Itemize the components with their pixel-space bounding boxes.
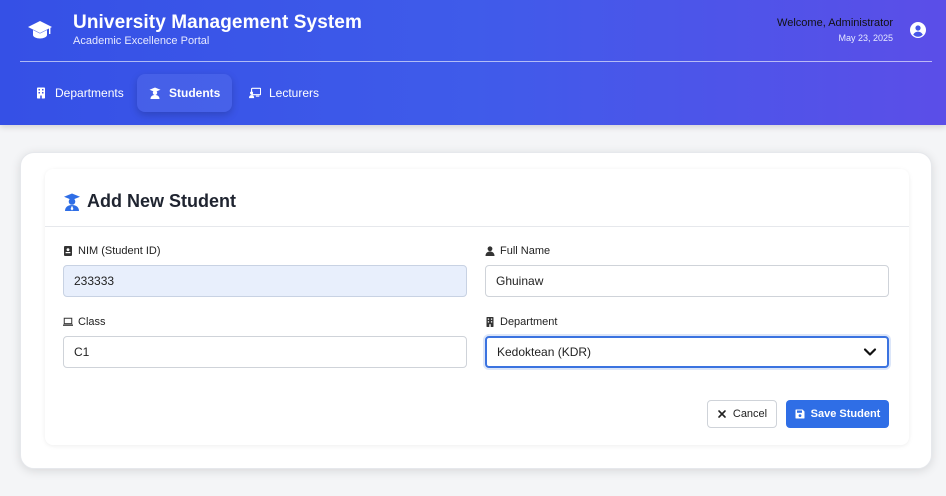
form-title-divider: [45, 226, 909, 227]
class-input[interactable]: [63, 336, 467, 368]
app-subtitle: Academic Excellence Portal: [73, 35, 210, 47]
header-divider: [20, 61, 932, 62]
full-name-label-text: Full Name: [500, 245, 551, 257]
department-label-text: Department: [500, 316, 558, 328]
tab-students[interactable]: Students: [137, 74, 233, 112]
graduate-icon: [64, 193, 80, 211]
cancel-button-label: Cancel: [732, 408, 768, 420]
tab-departments[interactable]: Departments: [23, 74, 136, 112]
current-date: May 23, 2025: [838, 33, 893, 43]
department-selected-value: Kedoktean (KDR): [497, 345, 592, 359]
save-student-button[interactable]: Save Student: [786, 400, 889, 428]
student-form: Add New Student NIM (Student ID) Full Na…: [45, 169, 909, 445]
graduate-icon: [149, 87, 161, 99]
app-title: University Management System: [73, 12, 362, 33]
tab-lecturers-label: Lecturers: [269, 86, 320, 100]
welcome-text: Welcome, Administrator: [777, 17, 893, 29]
save-icon: [795, 409, 805, 419]
laptop-icon: [63, 317, 73, 326]
building-icon: [486, 317, 494, 327]
student-form-card: Add New Student NIM (Student ID) Full Na…: [20, 152, 932, 469]
nim-label-text: NIM (Student ID): [78, 245, 161, 257]
user-circle-icon[interactable]: [910, 22, 926, 38]
tab-lecturers[interactable]: Lecturers: [237, 74, 331, 112]
nim-label: NIM (Student ID): [63, 245, 161, 257]
id-card-icon: [64, 246, 72, 256]
department-select[interactable]: Kedoktean (KDR): [485, 336, 889, 368]
user-icon: [485, 246, 495, 256]
full-name-label: Full Name: [485, 245, 550, 257]
department-label: Department: [485, 316, 557, 328]
close-icon: [718, 410, 726, 418]
tab-students-label: Students: [169, 86, 221, 100]
chalkboard-teacher-icon: [249, 87, 261, 99]
class-label-text: Class: [78, 316, 106, 328]
app-header: University Management System Academic Ex…: [0, 0, 946, 125]
tab-departments-label: Departments: [55, 86, 124, 100]
building-icon: [37, 87, 45, 99]
form-header: Add New Student: [63, 191, 236, 212]
chevron-down-icon: [863, 348, 877, 356]
graduation-cap-icon: [28, 21, 52, 39]
form-title: Add New Student: [87, 191, 236, 211]
class-label: Class: [63, 316, 106, 328]
save-button-label: Save Student: [810, 408, 881, 420]
nim-input[interactable]: [63, 265, 467, 297]
cancel-button[interactable]: Cancel: [707, 400, 777, 428]
full-name-input[interactable]: [485, 265, 889, 297]
